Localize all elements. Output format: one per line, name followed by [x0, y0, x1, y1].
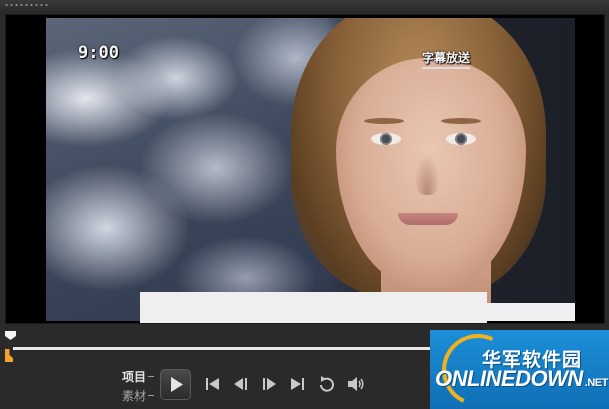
mode-project-dash [148, 376, 154, 377]
preview-window: 9:00 字幕放送 [5, 14, 605, 324]
volume-icon [348, 377, 364, 391]
skip-to-end-icon [291, 378, 304, 390]
nose [414, 153, 440, 195]
repeat-button[interactable] [316, 374, 338, 394]
step-forward-button[interactable] [258, 374, 280, 394]
skip-to-start-button[interactable] [202, 374, 224, 394]
video-editor-player: 9:00 字幕放送 项目 素材 华军软件园 ONLINEDOWN .NET [0, 0, 609, 409]
mouth [398, 213, 458, 225]
watermark-suffix: .NET [584, 377, 609, 389]
repeat-icon [320, 376, 334, 392]
right-eye [446, 133, 476, 145]
playback-mode-selector[interactable]: 项目 素材 [120, 367, 160, 407]
right-eyebrow [441, 118, 481, 124]
play-icon [171, 377, 183, 392]
panel-grip[interactable] [0, 0, 609, 12]
playhead-handle[interactable] [5, 331, 17, 343]
skip-to-end-button[interactable] [286, 374, 308, 394]
subtitle-box [140, 292, 487, 323]
trim-in-marker[interactable] [5, 349, 15, 363]
step-back-button[interactable] [230, 374, 252, 394]
watermark-english-text: ONLINEDOWN .NET [435, 366, 608, 392]
step-forward-icon [263, 378, 276, 390]
grip-dots-icon [4, 3, 50, 7]
trim-marker-icon [5, 349, 13, 362]
onlinedown-watermark: 华军软件园 ONLINEDOWN .NET [430, 330, 609, 409]
playhead-icon [5, 331, 16, 340]
volume-button[interactable] [345, 374, 367, 394]
skip-to-start-icon [206, 378, 219, 390]
step-back-icon [234, 378, 247, 390]
left-eyebrow [364, 118, 404, 124]
caption-overlay: 字幕放送 [422, 49, 471, 69]
mode-clip[interactable]: 素材 [122, 387, 146, 404]
watermark-brand: ONLINEDOWN [435, 366, 583, 391]
left-eye [371, 133, 401, 145]
video-frame[interactable]: 9:00 字幕放送 [46, 18, 575, 321]
mode-clip-dash [148, 395, 154, 396]
mode-project[interactable]: 项目 [122, 368, 146, 385]
clock-overlay: 9:00 [78, 43, 119, 63]
play-button[interactable] [160, 369, 191, 400]
